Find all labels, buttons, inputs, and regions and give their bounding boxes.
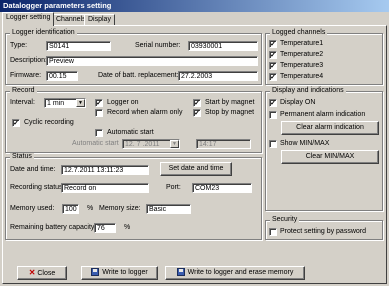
group-title: Security — [270, 216, 300, 224]
datetime-field[interactable]: 12.7.2011 13:11:23 — [61, 165, 149, 175]
start-by-magnet-checkbox[interactable]: ✓ — [193, 99, 201, 107]
automatic-start-date-select[interactable]: 12. 7 .2011 ▼ — [122, 139, 180, 149]
channel-4-label: Temperature4 — [280, 73, 324, 80]
description-field[interactable]: Preview — [46, 56, 258, 66]
battery-capacity-label: Remaining battery capacity — [10, 224, 95, 231]
show-minmax-label: Show MIN/MAX — [280, 140, 330, 147]
automatic-start-date-value: 12. 7 .2011 — [125, 141, 160, 148]
close-button[interactable]: ✕ Close — [17, 266, 67, 280]
battery-capacity-unit: % — [124, 224, 131, 231]
automatic-start-date-label: Automatic start — [72, 140, 119, 147]
battery-replacement-label: Date of batt. replacement: — [98, 72, 179, 79]
automatic-start-time-spinner[interactable]: 14:17 — [196, 139, 251, 149]
memory-used-unit: % — [87, 205, 94, 212]
record-alarm-only-label: Record when alarm only — [107, 109, 183, 116]
clear-minmax-button[interactable]: Clear MIN/MAX — [281, 150, 379, 164]
start-by-magnet-label: Start by magnet — [205, 99, 255, 106]
firmware-label: Firmware: — [10, 72, 42, 79]
record-alarm-only-checkbox[interactable] — [95, 109, 103, 117]
permanent-alarm-checkbox[interactable] — [269, 111, 277, 119]
channel-1-label: Temperature1 — [280, 40, 324, 47]
group-title: Record — [10, 87, 37, 95]
close-label: Close — [37, 270, 56, 277]
stop-by-magnet-checkbox[interactable]: ✓ — [193, 109, 201, 117]
write-erase-button[interactable]: Write to logger and erase memory — [165, 266, 305, 280]
recording-status-label: Recording status: — [10, 184, 65, 191]
write-erase-label: Write to logger and erase memory — [187, 269, 294, 276]
memory-used-label: Memory used: — [10, 205, 55, 212]
tab-logger-setting[interactable]: Logger setting — [2, 12, 55, 26]
interval-label: Interval: — [10, 99, 35, 106]
chevron-down-icon[interactable]: ▼ — [170, 140, 179, 148]
port-field[interactable]: COM23 — [192, 183, 252, 193]
cyclic-recording-label: Cyclic recording — [24, 119, 74, 126]
permanent-alarm-label: Permanent alarm indication — [280, 111, 366, 118]
chevron-down-icon[interactable]: ▼ — [76, 99, 85, 107]
stop-by-magnet-label: Stop by magnet — [205, 109, 255, 116]
set-date-time-button[interactable]: Set date and time — [160, 162, 232, 176]
interval-select[interactable]: 1 min ▼ — [44, 98, 86, 108]
window-title: Datalogger parameters setting — [0, 0, 389, 12]
group-title: Status — [10, 153, 34, 161]
datetime-label: Date and time: — [10, 166, 56, 173]
description-label: Description: — [10, 57, 47, 64]
memory-size-field[interactable]: Basic — [146, 204, 191, 214]
group-title: Display and indications — [270, 87, 346, 95]
type-field[interactable]: S0141 — [46, 41, 111, 51]
show-minmax-checkbox[interactable] — [269, 140, 277, 148]
serial-number-label: Serial number: — [135, 42, 181, 49]
protect-password-checkbox[interactable] — [269, 228, 277, 236]
group-title: Logged channels — [270, 29, 328, 37]
channel-3-checkbox[interactable]: ✓ — [269, 62, 277, 70]
battery-replacement-field[interactable]: 27.2.2003 — [178, 71, 258, 81]
recording-status-field[interactable]: Record on — [61, 183, 149, 193]
channel-2-checkbox[interactable]: ✓ — [269, 51, 277, 59]
type-label: Type: — [10, 42, 28, 49]
channel-2-label: Temperature2 — [280, 51, 324, 58]
close-icon: ✕ — [28, 268, 36, 277]
channel-1-checkbox[interactable]: ✓ — [269, 40, 277, 48]
group-title: Logger identification — [10, 29, 77, 37]
floppy-disk-icon — [176, 268, 185, 277]
display-on-checkbox[interactable]: ✓ — [269, 99, 277, 107]
write-to-logger-button[interactable]: Write to logger — [81, 266, 158, 280]
floppy-disk-icon — [91, 268, 100, 277]
automatic-start-label: Automatic start — [107, 129, 154, 136]
port-label: Port: — [166, 184, 181, 191]
serial-number-field[interactable]: 03930001 — [188, 41, 258, 51]
logger-on-label: Logger on — [107, 99, 139, 106]
memory-size-label: Memory size: — [99, 205, 141, 212]
tab-display[interactable]: Display — [84, 14, 115, 25]
automatic-start-checkbox[interactable] — [95, 129, 103, 137]
automatic-start-time-value: 14:17 — [199, 141, 217, 148]
battery-capacity-field[interactable]: 76 — [94, 223, 116, 233]
memory-used-field[interactable]: 100 — [62, 204, 79, 214]
write-label: Write to logger — [102, 269, 148, 276]
cyclic-recording-checkbox[interactable]: ✓ — [12, 119, 20, 127]
interval-value: 1 min — [47, 100, 65, 107]
firmware-field[interactable]: 00.15 — [46, 71, 78, 81]
logger-on-checkbox[interactable]: ✓ — [95, 99, 103, 107]
display-on-label: Display ON — [280, 99, 316, 106]
protect-password-label: Protect setting by password — [280, 228, 366, 235]
channel-4-checkbox[interactable]: ✓ — [269, 73, 277, 81]
clear-alarm-button[interactable]: Clear alarm indication — [281, 121, 379, 135]
channel-3-label: Temperature3 — [280, 62, 324, 69]
